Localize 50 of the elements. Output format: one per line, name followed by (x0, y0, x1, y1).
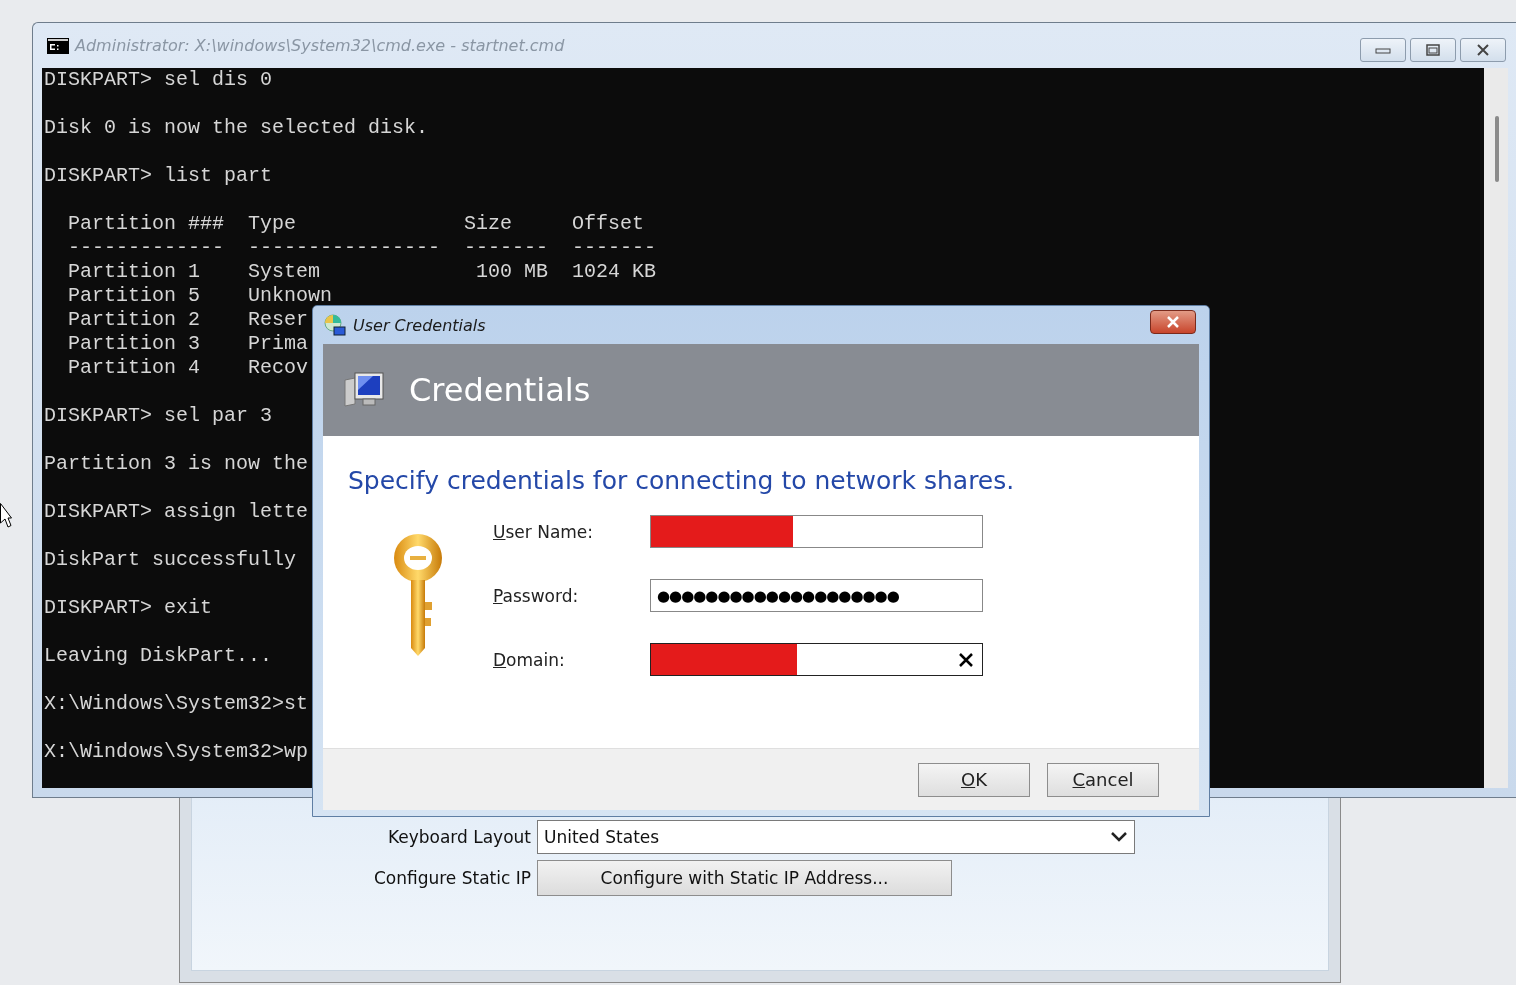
minimize-icon (1375, 46, 1391, 54)
chevron-down-icon (1110, 831, 1128, 843)
keyboard-layout-dropdown[interactable]: United States (537, 820, 1135, 854)
close-icon (1166, 316, 1180, 328)
scrollbar[interactable] (1484, 68, 1508, 788)
close-button[interactable] (1150, 310, 1196, 334)
instruction-text: Specify credentials for connecting to network shares. (348, 466, 1016, 495)
field-label: Password: (493, 585, 580, 606)
console-icon (47, 37, 69, 54)
console-line: Partition 3 Prima (67, 332, 309, 356)
computer-monitor-icon (343, 370, 387, 410)
console-line: Leaving DiskPart... (44, 644, 273, 668)
console-line: DISKPART> sel dis 0 (44, 68, 273, 92)
field-label: Configure Static IP (373, 868, 532, 888)
window-title: Administrator: X:\windows\System32\cmd.exe - startnet.cmd (75, 36, 565, 55)
console-line: Partition 1 System 100 MB 1024 KB (67, 260, 657, 284)
scrollbar-thumb[interactable] (1495, 116, 1499, 182)
console-line: DiskPart successfully (44, 548, 297, 572)
static-ip-button[interactable]: Configure with Static IP Address... (537, 860, 952, 896)
minimize-button[interactable] (1360, 38, 1406, 62)
console-line: Partition 4 Recov (67, 356, 309, 380)
console-line: X:\Windows\System32>st (44, 692, 309, 716)
console-line: Partition ### Type Size Offset (67, 212, 645, 236)
console-line: DISKPART> sel par 3 (44, 404, 273, 428)
close-icon (1476, 44, 1490, 56)
network-disc-icon (323, 313, 347, 337)
input-field[interactable] (650, 643, 983, 676)
cancel-button[interactable]: Cancel (1047, 762, 1159, 797)
console-line: ------------- ---------------- ------- ------- (67, 236, 657, 260)
dialog-title: User Credentials (353, 315, 486, 335)
console-line: DISKPART> assign lette (44, 500, 309, 524)
header-title: Credentials (409, 371, 591, 409)
field-label: Keyboard Layout (387, 827, 532, 847)
console-line: Partition 5 Unknown (67, 284, 333, 308)
console-line: Partition 2 Reser (67, 308, 309, 332)
restore-icon (1425, 44, 1441, 56)
field-label: User Name: (493, 521, 595, 542)
console-line: DISKPART> list part (44, 164, 273, 188)
maximize-button[interactable] (1410, 38, 1456, 62)
console-line: X:\Windows\System32>wp (44, 740, 309, 764)
console-line: DISKPART> exit (44, 596, 213, 620)
field-label: Domain: (493, 649, 566, 670)
console-line: Partition 3 is now the (44, 452, 309, 476)
ok-button[interactable]: OK (918, 762, 1030, 797)
mouse-cursor-icon (0, 503, 12, 529)
input-field[interactable] (650, 515, 983, 548)
console-line: Disk 0 is now the selected disk. (44, 116, 429, 140)
clear-icon[interactable] (958, 651, 974, 668)
input-field[interactable]: ●●●●●●●●●●●●●●●●●●●● (650, 579, 983, 612)
close-button[interactable] (1460, 38, 1506, 62)
